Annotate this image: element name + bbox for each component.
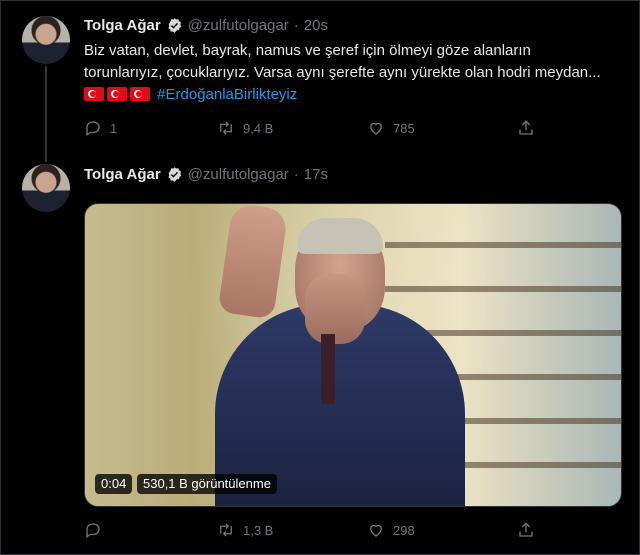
reply-button[interactable]	[84, 521, 217, 539]
author-handle[interactable]: @zulfutolgagar	[188, 166, 289, 183]
share-icon	[519, 120, 533, 135]
video-view-count: 530,1 B görüntülenme	[137, 474, 277, 494]
retweet-icon	[220, 121, 232, 135]
author-handle[interactable]: @zulfutolgagar	[188, 17, 289, 34]
tweet-time[interactable]: 20s	[304, 17, 328, 34]
like-button[interactable]: 785	[367, 119, 517, 137]
retweet-count: 1,3 B	[243, 522, 274, 538]
reply-count: 1	[110, 120, 118, 136]
retweet-count: 9,4 B	[243, 120, 274, 136]
avatar[interactable]	[22, 16, 70, 64]
retweet-button[interactable]: 9,4 B	[217, 119, 367, 137]
like-count: 785	[393, 120, 415, 136]
video-frame-hand	[305, 274, 365, 344]
video-player[interactable]: 0:04 530,1 B görüntülenme	[84, 203, 622, 507]
tweet-actions: 1 9,4 B 785	[84, 119, 535, 137]
turkey-flag-icon	[84, 87, 104, 101]
tweet-time[interactable]: 17s	[304, 166, 328, 183]
like-count: 298	[393, 522, 415, 538]
tweet-text: Biz vatan, devlet, bayrak, namus ve şere…	[84, 40, 604, 106]
retweet-icon	[220, 523, 232, 537]
video-frame-person-hair	[297, 218, 383, 254]
turkey-flag-icon	[130, 87, 150, 101]
retweet-button[interactable]: 1,3 B	[217, 521, 367, 539]
heart-icon	[370, 122, 382, 135]
author-name[interactable]: Tolga Ağar	[84, 17, 161, 34]
tweet-header: Tolga Ağar @zulfutolgagar · 17s	[84, 166, 328, 183]
separator-dot: ·	[293, 166, 299, 183]
video-duration: 0:04	[95, 474, 133, 494]
tweet-actions: 1,3 B 298	[84, 521, 535, 539]
reply-button[interactable]: 1	[84, 119, 217, 137]
tweet-body: Biz vatan, devlet, bayrak, namus ve şere…	[84, 42, 601, 81]
share-button[interactable]	[517, 521, 535, 539]
tweet-header: Tolga Ağar @zulfutolgagar · 20s	[84, 17, 328, 34]
avatar[interactable]	[22, 164, 70, 212]
reply-icon	[86, 121, 100, 137]
separator-dot: ·	[293, 17, 299, 34]
author-name[interactable]: Tolga Ağar	[84, 166, 161, 183]
share-icon	[519, 522, 533, 537]
like-button[interactable]: 298	[367, 521, 517, 539]
share-button[interactable]	[517, 119, 535, 137]
reply-icon	[86, 523, 100, 539]
video-frame-hand	[217, 204, 289, 320]
verified-badge-icon	[168, 167, 181, 182]
heart-icon	[370, 524, 382, 537]
verified-badge-icon	[168, 18, 181, 33]
turkey-flag-icon	[107, 87, 127, 101]
video-frame-tie	[321, 334, 335, 404]
thread-line	[45, 66, 47, 162]
hashtag-link[interactable]: #ErdoğanlaBirlikteyiz	[157, 86, 297, 103]
